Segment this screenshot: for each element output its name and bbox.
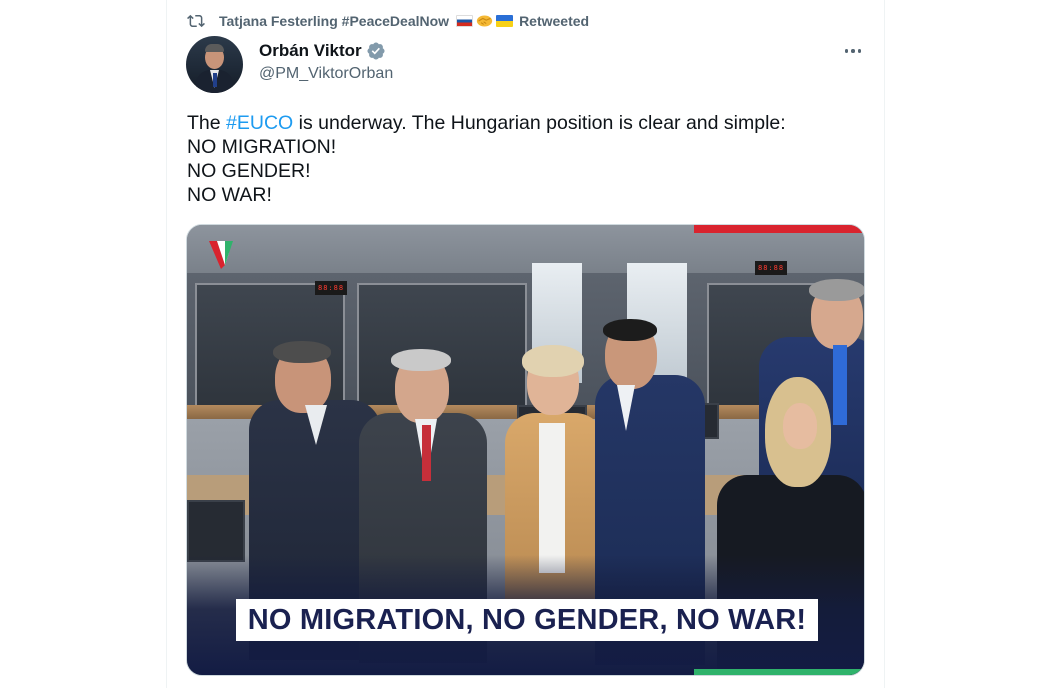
- tweet-text: The #EUCO is underway. The Hungarian pos…: [187, 111, 867, 207]
- author-avatar[interactable]: [186, 36, 243, 93]
- hashtag-link[interactable]: #EUCO: [226, 112, 293, 134]
- tweet-text-line: NO WAR!: [187, 184, 272, 206]
- retweet-icon: [187, 14, 205, 28]
- tweet-photo[interactable]: 88:88 88:88 NO MIGRATION, NO GENDER, NO …: [186, 224, 865, 676]
- avatar-tie: [212, 73, 217, 87]
- red-led-sign: 88:88: [315, 281, 348, 295]
- verified-badge-icon[interactable]: [366, 41, 386, 61]
- red-led-sign: 88:88: [755, 261, 788, 275]
- tweet-column: Tatjana Festerling #PeaceDealNow Retweet…: [166, 0, 885, 688]
- author-name[interactable]: Orbán Viktor: [259, 41, 362, 61]
- retweet-context[interactable]: Tatjana Festerling #PeaceDealNow Retweet…: [187, 11, 589, 31]
- retweeter-name[interactable]: Tatjana Festerling #PeaceDealNow: [219, 13, 449, 29]
- more-icon-dot: [851, 49, 855, 53]
- more-icon-dot: [844, 49, 849, 53]
- green-accent-bar: [694, 669, 864, 675]
- ukraine-flag-icon: [496, 15, 514, 27]
- avatar-hair: [205, 44, 224, 52]
- desk-monitor: [187, 500, 245, 562]
- tweet-text-prefix: The: [187, 112, 227, 134]
- retweeted-label: Retweeted: [519, 13, 590, 29]
- tweet-text-line: NO GENDER!: [187, 160, 311, 182]
- red-accent-bar: [694, 225, 864, 233]
- handshake-icon: [476, 15, 493, 27]
- russia-flag-icon: [456, 15, 474, 27]
- fidesz-logo-icon: [209, 241, 233, 269]
- more-options-button[interactable]: [841, 40, 865, 62]
- tweet-text-line: NO MIGRATION!: [187, 136, 337, 158]
- tweet-text-suffix: is underway. The Hungarian position is c…: [293, 112, 786, 134]
- more-icon-dot: [857, 49, 862, 53]
- author-block: Orbán Viktor @PM_ViktorOrban: [259, 40, 393, 83]
- author-handle[interactable]: @PM_ViktorOrban: [259, 65, 393, 83]
- tweet-text-line-1: The #EUCO is underway. The Hungarian pos…: [187, 111, 867, 135]
- photo-banner-text: NO MIGRATION, NO GENDER, NO WAR!: [236, 599, 818, 641]
